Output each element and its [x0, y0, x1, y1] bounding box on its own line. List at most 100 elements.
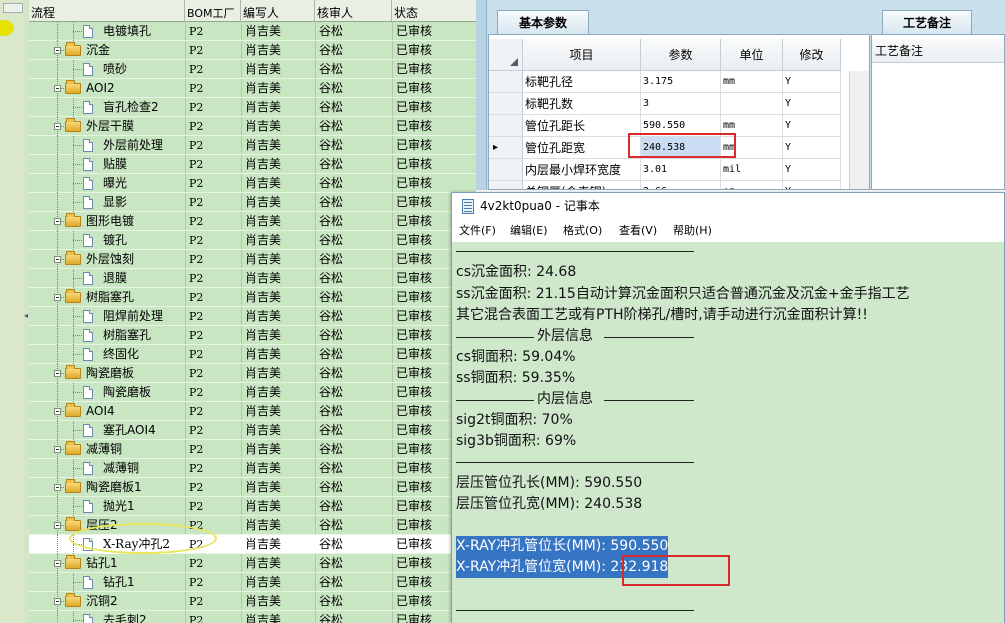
params-col-unit[interactable]: 单位: [721, 39, 783, 71]
tree-group-row[interactable]: 外层干膜 P2 肖吉美 谷松 已审核: [29, 117, 476, 136]
tree-group-row[interactable]: 钻孔1 P2 肖吉美 谷松 已审核: [29, 554, 476, 573]
collapse-toggle-icon[interactable]: [54, 598, 61, 605]
menu-file[interactable]: 文件(F): [459, 220, 496, 242]
tree-node[interactable]: 镀孔: [29, 231, 185, 250]
tab-process-notes[interactable]: 工艺备注: [882, 10, 972, 34]
tree-group-row[interactable]: 陶瓷磨板 P2 肖吉美 谷松 已审核: [29, 364, 476, 383]
tree-node[interactable]: 终固化: [29, 345, 185, 364]
collapse-toggle-icon[interactable]: [54, 256, 61, 263]
collapse-toggle-icon[interactable]: [54, 218, 61, 225]
param-unit-cell[interactable]: mil: [721, 159, 783, 181]
tree-leaf-row[interactable]: 减薄铜 P2 肖吉美 谷松 已审核: [29, 459, 476, 478]
param-edit-cell[interactable]: Y: [783, 181, 841, 189]
tree-leaf-row[interactable]: 外层前处理 P2 肖吉美 谷松 已审核: [29, 136, 476, 155]
tree-leaf-row[interactable]: 镀孔 P2 肖吉美 谷松 已审核: [29, 231, 476, 250]
col-header-status[interactable]: 状态: [392, 0, 476, 21]
tree-node[interactable]: 贴膜: [29, 155, 185, 174]
tree-node[interactable]: 外层蚀刻: [29, 250, 185, 269]
param-item-cell[interactable]: 标靶孔数: [523, 93, 641, 115]
collapse-toggle-icon[interactable]: [54, 408, 61, 415]
menu-edit[interactable]: 编辑(E): [510, 220, 548, 242]
tree-node[interactable]: 去毛刺2: [29, 611, 185, 623]
col-header-reviewer[interactable]: 核审人: [315, 0, 392, 21]
collapse-toggle-icon[interactable]: [54, 446, 61, 453]
tree-group-row[interactable]: 沉金 P2 肖吉美 谷松 已审核: [29, 41, 476, 60]
col-header-bom[interactable]: BOM工厂: [185, 0, 241, 21]
row-header[interactable]: [489, 181, 523, 189]
collapse-toggle-icon[interactable]: [54, 85, 61, 92]
row-header[interactable]: [489, 71, 523, 93]
menu-view[interactable]: 查看(V): [619, 220, 657, 242]
tree-node[interactable]: 钻孔1: [29, 554, 185, 573]
param-item-cell[interactable]: 管位孔距宽: [523, 137, 641, 159]
param-value-cell[interactable]: 3: [641, 93, 721, 115]
tree-group-row[interactable]: 沉铜2 P2 肖吉美 谷松 已审核: [29, 592, 476, 611]
tree-leaf-row[interactable]: 树脂塞孔 P2 肖吉美 谷松 已审核: [29, 326, 476, 345]
param-edit-cell[interactable]: Y: [783, 115, 841, 137]
tree-node[interactable]: 图形电镀: [29, 212, 185, 231]
tree-leaf-row[interactable]: 终固化 P2 肖吉美 谷松 已审核: [29, 345, 476, 364]
tree-leaf-row[interactable]: 退膜 P2 肖吉美 谷松 已审核: [29, 269, 476, 288]
tree-leaf-row[interactable]: 贴膜 P2 肖吉美 谷松 已审核: [29, 155, 476, 174]
tree-node[interactable]: 喷砂: [29, 60, 185, 79]
tree-node[interactable]: 外层前处理: [29, 136, 185, 155]
collapse-toggle-icon[interactable]: [54, 294, 61, 301]
tree-node[interactable]: 树脂塞孔: [29, 288, 185, 307]
tree-leaf-row[interactable]: 塞孔AOI4 P2 肖吉美 谷松 已审核: [29, 421, 476, 440]
tree-node[interactable]: 阻焊前处理: [29, 307, 185, 326]
tree-node[interactable]: 树脂塞孔: [29, 326, 185, 345]
tree-node[interactable]: AOI4: [29, 402, 185, 421]
params-col-edit[interactable]: 修改: [783, 39, 841, 71]
param-value-cell[interactable]: 3.01: [641, 159, 721, 181]
tree-node[interactable]: 抛光1: [29, 497, 185, 516]
menu-help[interactable]: 帮助(H): [673, 220, 712, 242]
row-header[interactable]: [489, 93, 523, 115]
tree-node[interactable]: 退膜: [29, 269, 185, 288]
param-unit-cell[interactable]: oz: [721, 181, 783, 189]
collapse-toggle-icon[interactable]: [54, 522, 61, 529]
param-item-cell[interactable]: 总铜厚(含表铜): [523, 181, 641, 189]
tree-leaf-row[interactable]: 去毛刺2 P2 肖吉美 谷松 已审核: [29, 611, 476, 623]
tree-node[interactable]: 陶瓷磨板: [29, 383, 185, 402]
tree-node[interactable]: AOI2: [29, 79, 185, 98]
tree-leaf-row[interactable]: 钻孔1 P2 肖吉美 谷松 已审核: [29, 573, 476, 592]
param-value-cell[interactable]: 3.175: [641, 71, 721, 93]
params-col-value[interactable]: 参数: [641, 39, 721, 71]
param-item-cell[interactable]: 内层最小焊环宽度: [523, 159, 641, 181]
param-item-cell[interactable]: 标靶孔径: [523, 71, 641, 93]
tree-group-row[interactable]: 树脂塞孔 P2 肖吉美 谷松 已审核: [29, 288, 476, 307]
row-header[interactable]: ▸: [489, 137, 523, 159]
tree-leaf-row[interactable]: 盲孔检查2 P2 肖吉美 谷松 已审核: [29, 98, 476, 117]
tree-leaf-row[interactable]: 显影 P2 肖吉美 谷松 已审核: [29, 193, 476, 212]
tree-node[interactable]: 显影: [29, 193, 185, 212]
tree-group-row[interactable]: AOI2 P2 肖吉美 谷松 已审核: [29, 79, 476, 98]
row-header[interactable]: [489, 115, 523, 137]
tree-group-row[interactable]: 减薄铜 P2 肖吉美 谷松 已审核: [29, 440, 476, 459]
tree-node[interactable]: 减薄铜: [29, 440, 185, 459]
params-scrollbar[interactable]: [849, 71, 869, 189]
param-edit-cell[interactable]: Y: [783, 159, 841, 181]
tree-leaf-row[interactable]: 抛光1 P2 肖吉美 谷松 已审核: [29, 497, 476, 516]
tree-node[interactable]: 钻孔1: [29, 573, 185, 592]
tree-node[interactable]: 陶瓷磨板1: [29, 478, 185, 497]
tree-group-row[interactable]: 陶瓷磨板1 P2 肖吉美 谷松 已审核: [29, 478, 476, 497]
col-header-flow[interactable]: 流程: [29, 0, 185, 21]
tree-leaf-row[interactable]: 陶瓷磨板 P2 肖吉美 谷松 已审核: [29, 383, 476, 402]
tree-leaf-row[interactable]: 电镀填孔 P2 肖吉美 谷松 已审核: [29, 22, 476, 41]
tree-node[interactable]: 塞孔AOI4: [29, 421, 185, 440]
notepad-titlebar[interactable]: 4v2kt0pua0 - 记事本: [452, 193, 1004, 220]
collapse-toggle-icon[interactable]: [54, 484, 61, 491]
tree-node[interactable]: 沉金: [29, 41, 185, 60]
tab-basic-params[interactable]: 基本参数: [497, 10, 589, 34]
collapse-toggle-icon[interactable]: [54, 123, 61, 130]
param-edit-cell[interactable]: Y: [783, 137, 841, 159]
param-unit-cell[interactable]: mm: [721, 71, 783, 93]
tree-group-row[interactable]: 外层蚀刻 P2 肖吉美 谷松 已审核: [29, 250, 476, 269]
tree-leaf-row[interactable]: 喷砂 P2 肖吉美 谷松 已审核: [29, 60, 476, 79]
row-header[interactable]: [489, 159, 523, 181]
tree-node[interactable]: 盲孔检查2: [29, 98, 185, 117]
tree-node[interactable]: 沉铜2: [29, 592, 185, 611]
menu-format[interactable]: 格式(O): [563, 220, 602, 242]
tree-leaf-row[interactable]: 曝光 P2 肖吉美 谷松 已审核: [29, 174, 476, 193]
param-edit-cell[interactable]: Y: [783, 71, 841, 93]
